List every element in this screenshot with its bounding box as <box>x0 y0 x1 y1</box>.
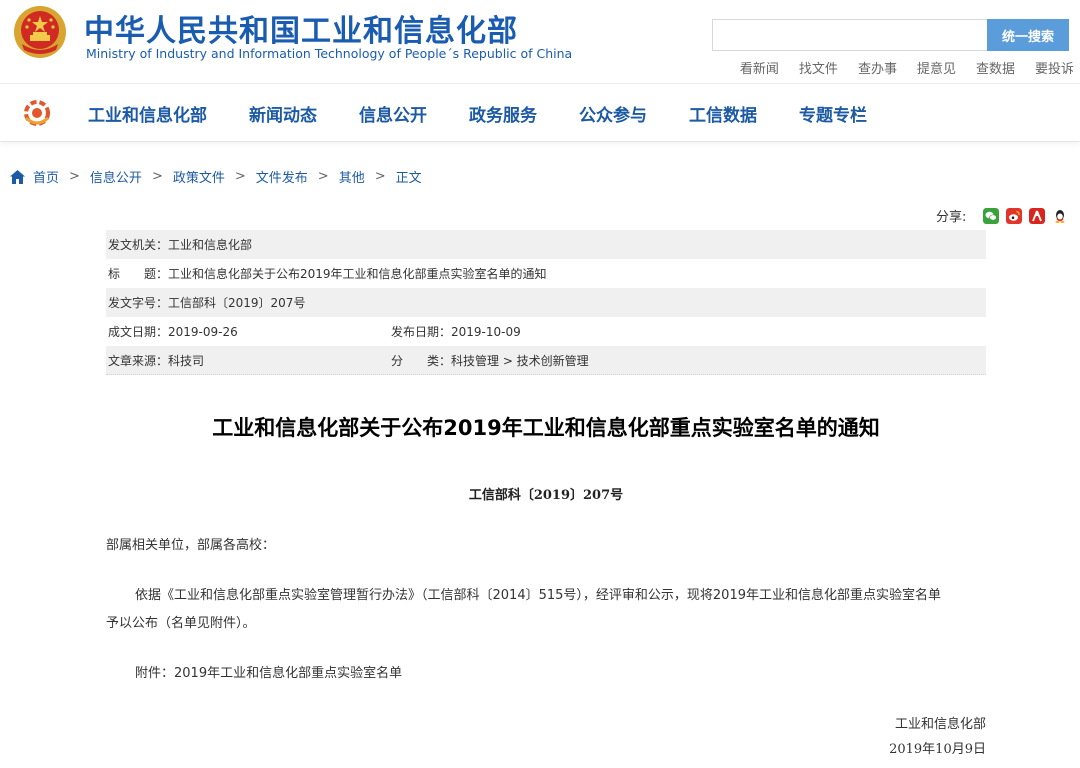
breadcrumb-policy-files[interactable]: 政策文件 <box>173 167 225 186</box>
search-button[interactable]: 统一搜索 <box>987 19 1069 51</box>
breadcrumb-separator: > <box>234 169 246 184</box>
article-attachment-link[interactable]: 附件：2019年工业和信息化部重点实验室名单 <box>135 660 402 688</box>
site-header: 中华人民共和国工业和信息化部 Ministry of Industry and … <box>0 0 1080 84</box>
nav-item-public-participation[interactable]: 公众参与 <box>579 101 647 126</box>
renren-icon[interactable] <box>1029 207 1046 224</box>
site-title[interactable]: 中华人民共和国工业和信息化部 <box>84 6 518 50</box>
breadcrumb-separator: > <box>374 169 386 184</box>
meta-row-source-category: 文章来源：科技司 分 类：科技管理 > 技术创新管理 <box>106 346 986 375</box>
article-greeting: 部属相关单位，部属各高校： <box>106 538 276 553</box>
meta-row-title: 标 题：工业和信息化部关于公布2019年工业和信息化部重点实验室名单的通知 <box>106 259 986 288</box>
signature-org: 工业和信息化部 <box>894 717 986 732</box>
nav-items: 工业和信息化部 新闻动态 信息公开 政务服务 公众参与 工信数据 专题专栏 <box>88 84 867 142</box>
miit-logo-icon[interactable] <box>22 98 52 128</box>
quick-links: 看新闻 找文件 查办事 提意见 查数据 要投诉 <box>740 58 1074 77</box>
nav-item-ministry[interactable]: 工业和信息化部 <box>88 101 207 126</box>
quick-link-files[interactable]: 找文件 <box>799 58 838 77</box>
document-meta-table: 发文机关：工业和信息化部 标 题：工业和信息化部关于公布2019年工业和信息化部… <box>106 230 986 375</box>
breadcrumb-separator: > <box>69 169 80 184</box>
meta-title: 标 题：工业和信息化部关于公布2019年工业和信息化部重点实验室名单的通知 <box>108 267 547 281</box>
quick-link-complaint[interactable]: 要投诉 <box>1035 58 1074 77</box>
wechat-icon[interactable] <box>983 207 1000 224</box>
meta-row-issuer: 发文机关：工业和信息化部 <box>106 230 986 259</box>
weibo-icon[interactable] <box>1006 207 1023 224</box>
article-paragraph-line2: 予以公布（名单见附件）。 <box>106 616 256 631</box>
breadcrumb-separator: > <box>317 169 329 184</box>
article-title: 工业和信息化部关于公布2019年工业和信息化部重点实验室名单的通知 <box>212 416 880 440</box>
breadcrumb-separator: > <box>151 169 163 184</box>
meta-doc-number: 发文字号：工信部科〔2019〕207号 <box>108 296 306 310</box>
quick-link-feedback[interactable]: 提意见 <box>917 58 956 77</box>
breadcrumb: 首页 > 信息公开 > 政策文件 > 文件发布 > 其他 > 正文 <box>10 167 422 186</box>
breadcrumb-other[interactable]: 其他 <box>339 167 365 186</box>
breadcrumb-home[interactable]: 首页 <box>33 167 59 186</box>
meta-category: 分 类：科技管理 > 技术创新管理 <box>391 353 589 368</box>
signature-date: 2019年10月9日 <box>889 742 986 757</box>
meta-published-date: 发布日期：2019-10-09 <box>391 325 521 339</box>
national-emblem-icon[interactable] <box>12 4 68 60</box>
meta-issuer: 发文机关：工业和信息化部 <box>108 238 253 252</box>
nav-item-topics[interactable]: 专题专栏 <box>799 101 867 126</box>
share-bar: 分享: <box>936 206 1069 225</box>
meta-row-doc-number: 发文字号：工信部科〔2019〕207号 <box>106 288 986 317</box>
search-input[interactable] <box>712 19 988 51</box>
breadcrumb-info-disclosure[interactable]: 信息公开 <box>90 167 142 186</box>
qq-icon[interactable] <box>1052 207 1069 224</box>
home-icon[interactable] <box>10 169 25 184</box>
quick-link-news[interactable]: 看新闻 <box>740 58 779 77</box>
nav-item-data[interactable]: 工信数据 <box>689 101 757 126</box>
meta-row-dates: 成文日期：2019-09-26 发布日期：2019-10-09 <box>106 317 986 346</box>
share-label: 分享: <box>936 210 967 225</box>
quick-link-data[interactable]: 查数据 <box>976 58 1015 77</box>
meta-source: 文章来源：科技司 <box>108 353 205 368</box>
main-nav: 工业和信息化部 新闻动态 信息公开 政务服务 公众参与 工信数据 专题专栏 <box>0 84 1080 142</box>
quick-link-services[interactable]: 查办事 <box>858 58 897 77</box>
breadcrumb-current[interactable]: 正文 <box>396 167 422 186</box>
site-subtitle: Ministry of Industry and Information Tec… <box>86 46 573 61</box>
nav-item-info-disclosure[interactable]: 信息公开 <box>359 101 427 126</box>
nav-item-gov-services[interactable]: 政务服务 <box>469 101 537 126</box>
breadcrumb-file-release[interactable]: 文件发布 <box>256 167 308 186</box>
article-paragraph-line1: 依据《工业和信息化部重点实验室管理暂行办法》（工信部科〔2014〕515号），经… <box>135 588 941 603</box>
article-doc-number: 工信部科〔2019〕207号 <box>468 488 624 503</box>
nav-item-news[interactable]: 新闻动态 <box>249 101 317 126</box>
meta-created-date: 成文日期：2019-09-26 <box>108 325 238 339</box>
